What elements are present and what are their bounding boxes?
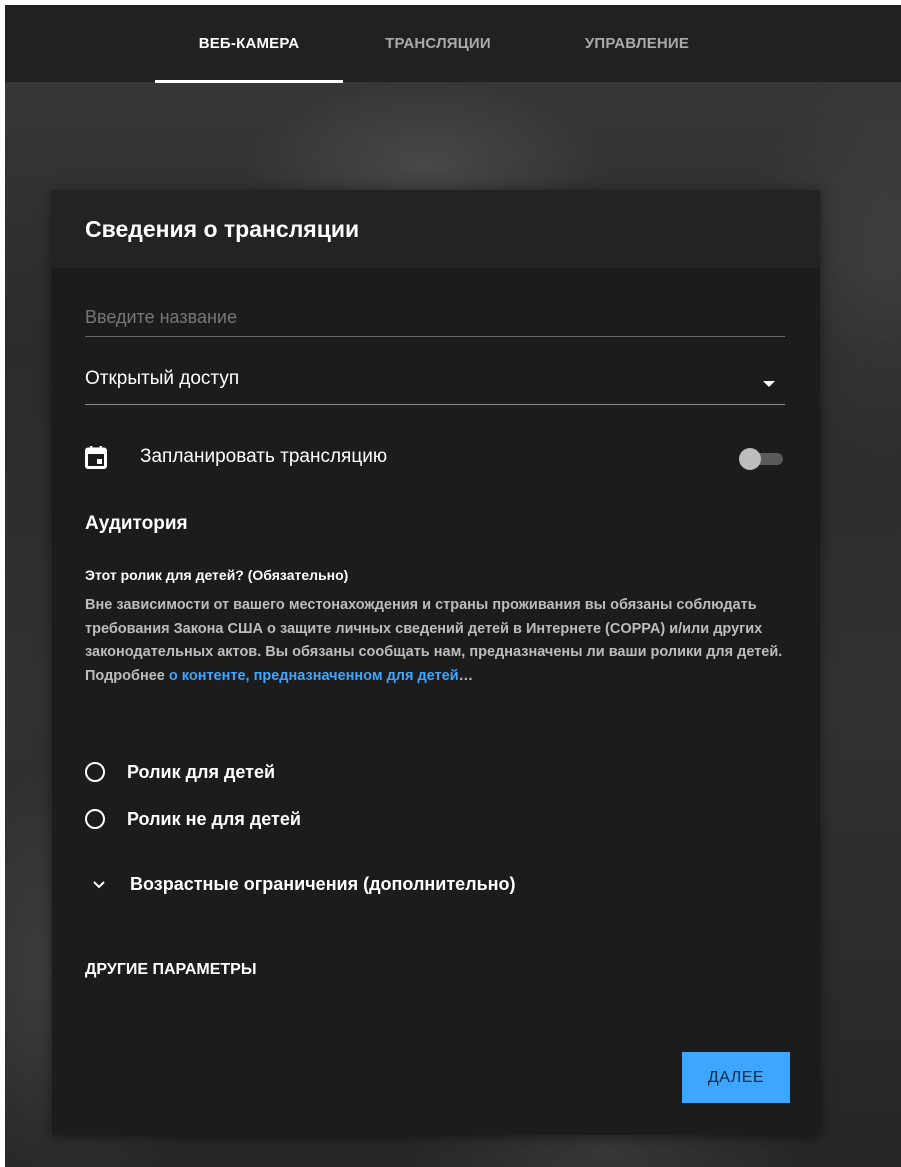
tab-manage[interactable]: УПРАВЛЕНИЕ (557, 5, 717, 82)
coppa-description: Вне зависимости от вашего местонахождени… (85, 594, 795, 688)
schedule-toggle[interactable] (739, 448, 785, 470)
schedule-stream-label: Запланировать трансляцию (140, 446, 388, 467)
privacy-selected-value: Открытый доступ (85, 368, 240, 389)
age-restrictions-label: Возрастные ограничения (дополнительно) (130, 874, 516, 894)
card-title: Сведения о трансляции (85, 216, 360, 242)
next-button[interactable]: ДАЛЕЕ (682, 1052, 790, 1103)
kids-content-link[interactable]: о контенте, предназначенном для детей (169, 668, 459, 684)
radio-circle-icon (85, 762, 105, 782)
radio-circle-icon (85, 809, 105, 829)
chevron-down-icon (93, 881, 105, 889)
other-parameters-link[interactable]: ДРУГИЕ ПАРАМЕТРЫ (85, 961, 256, 979)
caret-down-icon (763, 381, 775, 387)
app-window: ВЕБ-КАМЕРА ТРАНСЛЯЦИИ УПРАВЛЕНИЕ Сведени… (5, 5, 901, 1167)
radio-label: Ролик для детей (127, 762, 276, 782)
active-tab-indicator (155, 80, 343, 83)
privacy-dropdown[interactable]: Открытый доступ (85, 362, 785, 405)
top-navigation-bar: ВЕБ-КАМЕРА ТРАНСЛЯЦИИ УПРАВЛЕНИЕ (5, 5, 901, 83)
stream-title-input[interactable] (85, 298, 785, 337)
audience-heading: Аудитория (85, 513, 188, 534)
card-header: Сведения о трансляции (52, 190, 820, 268)
stream-details-card: Сведения о трансляции Открытый доступ За… (52, 190, 820, 1135)
made-for-kids-question: Этот ролик для детей? (Обязательно) (85, 567, 349, 583)
tab-streams[interactable]: ТРАНСЛЯЦИИ (363, 5, 513, 82)
schedule-stream-row: Запланировать трансляцию (85, 440, 785, 474)
radio-label: Ролик не для детей (127, 809, 301, 829)
calendar-icon (85, 446, 107, 469)
tab-webcam[interactable]: ВЕБ-КАМЕРА (155, 5, 343, 82)
toggle-thumb (739, 448, 761, 470)
description-ellipsis: … (458, 667, 474, 684)
